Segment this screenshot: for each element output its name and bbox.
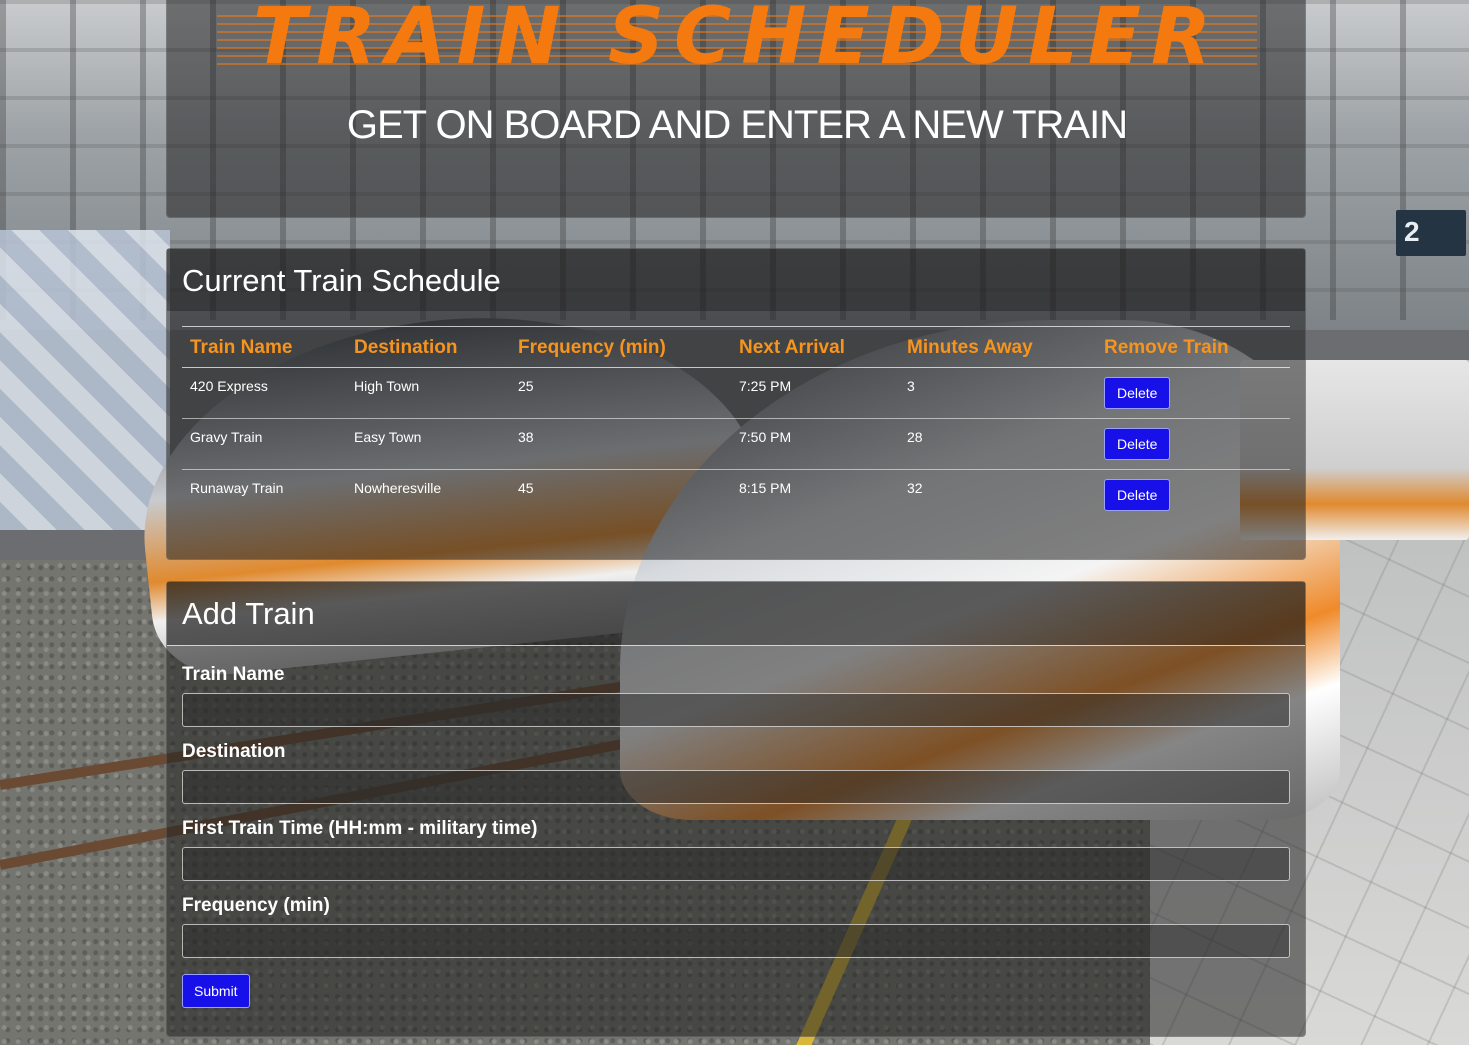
cell-next-arrival: 7:25 PM (731, 367, 899, 419)
cell-remove: Delete (1096, 418, 1290, 470)
destination-label: Destination (182, 741, 286, 762)
header-jumbotron: TRAIN SCHEDULER GET ON BOARD AND ENTER A… (166, 0, 1306, 218)
add-train-panel: Add Train Train Name Destination First T… (166, 581, 1306, 1037)
cell-next-arrival: 7:50 PM (731, 418, 899, 470)
platform-sign: 2 (1396, 210, 1466, 256)
station-wall (0, 230, 170, 530)
frequency-label: Frequency (min) (182, 895, 330, 916)
first-train-time-input[interactable] (182, 847, 1290, 881)
cell-minutes-away: 28 (899, 418, 1096, 470)
schedule-title: Current Train Schedule (167, 249, 1305, 311)
first-train-time-label: First Train Time (HH:mm - military time) (182, 818, 538, 839)
destination-input[interactable] (182, 770, 1290, 804)
add-train-title: Add Train (167, 582, 1305, 646)
cell-train-name: Gravy Train (182, 418, 346, 470)
column-header-frequency: Frequency (min) (510, 327, 731, 368)
delete-button[interactable]: Delete (1104, 428, 1171, 460)
table-row: Gravy Train Easy Town 38 7:50 PM 28 Dele… (182, 418, 1290, 470)
train-name-input[interactable] (182, 693, 1290, 727)
platform-number: 2 (1404, 216, 1420, 247)
delete-button[interactable]: Delete (1104, 377, 1171, 409)
cell-remove: Delete (1096, 367, 1290, 419)
cell-destination: High Town (346, 367, 510, 419)
column-header-next-arrival: Next Arrival (731, 327, 899, 368)
cell-train-name: 420 Express (182, 367, 346, 419)
column-header-remove-train: Remove Train (1096, 327, 1290, 368)
schedule-panel: Current Train Schedule Train Name Destin… (166, 248, 1306, 560)
cell-train-name: Runaway Train (190, 480, 284, 496)
table-row: Runaway Train Nowheresville 45 8:15 PM 3… (182, 470, 1290, 521)
column-header-train-name: Train Name (182, 327, 346, 368)
cell-minutes-away: 3 (899, 367, 1096, 419)
cell-frequency: 38 (510, 418, 731, 470)
schedule-table: Train Name Destination Frequency (min) N… (182, 327, 1290, 521)
cell-minutes-away: 32 (907, 480, 923, 496)
cell-frequency: 25 (510, 367, 731, 419)
submit-button[interactable]: Submit (182, 974, 250, 1008)
column-header-destination: Destination (346, 327, 510, 368)
column-header-minutes-away: Minutes Away (899, 327, 1096, 368)
train-name-label: Train Name (182, 664, 285, 685)
add-train-form: Train Name Destination First Train Time … (167, 646, 1305, 1008)
table-row: 420 Express High Town 25 7:25 PM 3 Delet… (182, 367, 1290, 419)
frequency-input[interactable] (182, 924, 1290, 958)
cell-destination: Nowheresville (354, 480, 442, 496)
cell-next-arrival: 8:15 PM (739, 480, 792, 496)
delete-button[interactable]: Delete (1104, 479, 1171, 511)
site-logo: TRAIN SCHEDULER (252, 0, 1222, 82)
cell-remove: Delete (1096, 470, 1290, 521)
cell-frequency: 45 (518, 480, 534, 496)
cell-destination: Easy Town (346, 418, 510, 470)
page-tagline: GET ON BOARD AND ENTER A NEW TRAIN (346, 103, 1128, 147)
table-header-row: Train Name Destination Frequency (min) N… (182, 327, 1290, 368)
